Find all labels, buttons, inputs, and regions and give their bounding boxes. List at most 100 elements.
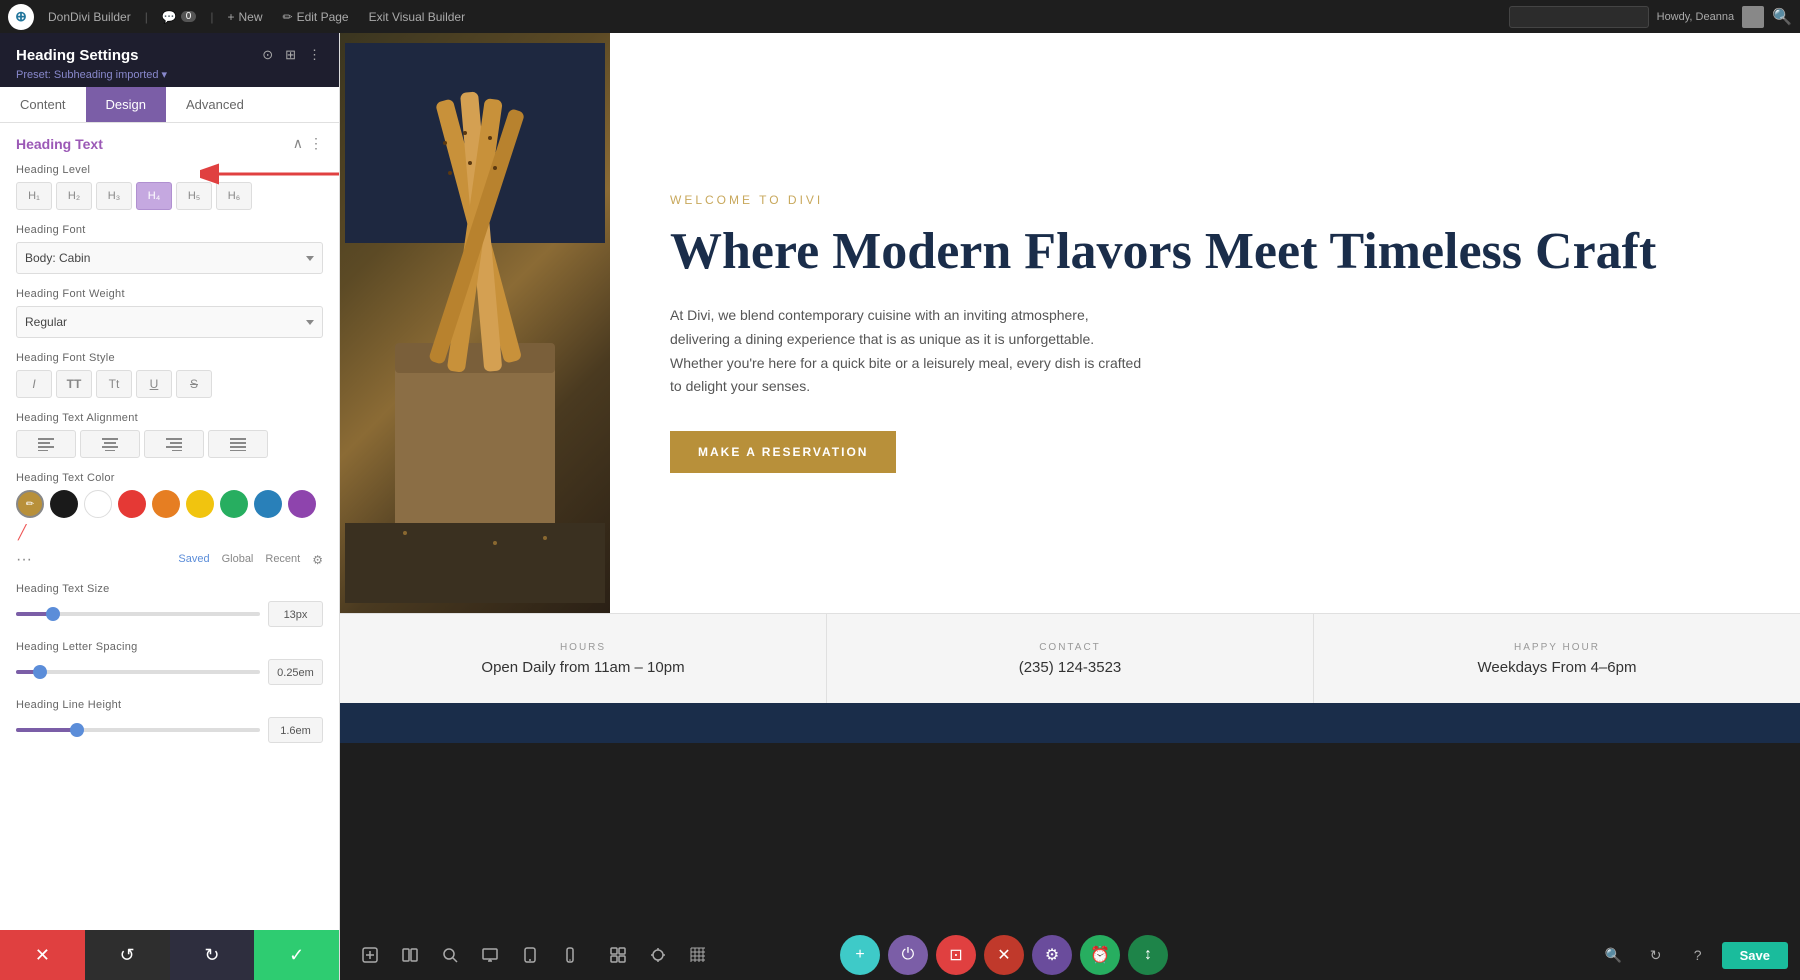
hero-description: At Divi, we blend contemporary cuisine w… [670,304,1150,399]
color-swatch-purple[interactable] [288,490,316,518]
user-avatar[interactable] [1742,6,1764,28]
uppercase-btn[interactable]: TT [56,370,92,398]
cancel-button[interactable]: ✕ [0,930,85,980]
heading-letter-spacing-value[interactable]: 0.25em [268,659,323,685]
panel-preset[interactable]: Preset: Subheading imported ▾ [16,68,323,81]
color-swatch-orange[interactable] [152,490,180,518]
top-search-input[interactable] [1509,6,1649,28]
h4-btn[interactable]: H₄ [136,182,172,210]
h6-btn[interactable]: H₆ [216,182,252,210]
wordpress-logo[interactable]: ⊕ [8,4,34,30]
contact-label: CONTACT [1039,642,1101,653]
section-more-btn[interactable]: ⋮ [309,135,323,152]
heading-letter-spacing-slider-row: 0.25em [16,659,323,685]
tab-advanced[interactable]: Advanced [166,87,264,122]
tablet-icon-btn[interactable] [512,937,548,973]
heading-font-select[interactable]: Body: Cabin [16,242,323,274]
help-btn[interactable]: ? [1680,937,1716,973]
h1-btn[interactable]: H₁ [16,182,52,210]
pencil-icon: ✏ [283,10,293,24]
search-icon[interactable]: 🔍 [1772,7,1792,27]
color-swatch-red[interactable] [118,490,146,518]
color-tab-saved[interactable]: Saved [178,553,209,567]
delete-btn[interactable]: ✕ [984,935,1024,975]
tab-design[interactable]: Design [86,87,166,122]
heading-font-style-label: Heading Font Style [16,352,323,364]
color-edit-icon[interactable]: ╱ [18,524,26,541]
h2-btn[interactable]: H₂ [56,182,92,210]
heading-text-size-track[interactable] [16,612,260,616]
cta-button[interactable]: MAKE A RESERVATION [670,431,896,473]
heading-font-weight-select[interactable]: Regular [16,306,323,338]
section-collapse-btn[interactable]: ∧ [293,135,303,152]
color-swatch-blue[interactable] [254,490,282,518]
align-justify-icon [230,437,246,451]
italic-btn[interactable]: I [16,370,52,398]
portability-icon-btn[interactable] [640,937,676,973]
save-button[interactable]: Save [1722,942,1788,969]
sort-btn[interactable]: ↕ [1128,935,1168,975]
heading-text-size-value[interactable]: 13px [268,601,323,627]
heading-line-height-thumb[interactable] [70,723,84,737]
layout-btn[interactable] [392,937,428,973]
add-row-icon [362,947,378,963]
redo-button[interactable]: ↻ [170,930,255,980]
color-swatch-yellow[interactable] [186,490,214,518]
color-swatch-white[interactable] [84,490,112,518]
edit-page-button[interactable]: ✏ Edit Page [277,8,355,26]
align-justify-btn[interactable] [208,430,268,458]
duplicate-btn[interactable]: ⊡ [936,935,976,975]
settings-btn[interactable]: ⚙ [1032,935,1072,975]
hero-section: WELCOME TO DIVI Where Modern Flavors Mee… [340,33,1800,613]
settings-icon [650,947,666,963]
dark-section [340,703,1800,743]
tab-content[interactable]: Content [0,87,86,122]
breadsticks-visual [345,43,605,603]
color-swatch-green[interactable] [220,490,248,518]
grid-icon [690,947,706,963]
heading-letter-spacing-track[interactable] [16,670,260,674]
confirm-button[interactable]: ✓ [254,930,339,980]
mobile-icon-btn[interactable] [552,937,588,973]
align-left-btn[interactable] [16,430,76,458]
heading-text-alignment-label: Heading Text Alignment [16,412,323,424]
new-button[interactable]: + New [221,8,268,26]
hero-heading[interactable]: Where Modern Flavors Meet Timeless Craft [670,223,1740,280]
power-btn[interactable]: ⏻ [888,935,928,975]
schedule-btn[interactable]: ⏰ [1080,935,1120,975]
color-more-button[interactable]: ··· [16,551,32,569]
search-btn-right[interactable]: 🔍 [1596,937,1632,973]
heading-text-size-thumb[interactable] [46,607,60,621]
comment-button[interactable]: 💬 0 [156,8,203,26]
h5-btn[interactable]: H₅ [176,182,212,210]
panel-focus-icon[interactable]: ⊙ [260,45,275,65]
add-row-btn[interactable] [352,937,388,973]
zoom-icon-btn[interactable] [600,937,636,973]
search-icon-btn[interactable] [432,937,468,973]
panel-more-icon[interactable]: ⋮ [306,45,323,65]
heading-line-height-value[interactable]: 1.6em [268,717,323,743]
grid-icon-btn[interactable] [680,937,716,973]
underline-btn[interactable]: U [136,370,172,398]
desktop-icon-btn[interactable] [472,937,508,973]
h3-btn[interactable]: H₃ [96,182,132,210]
color-tab-global[interactable]: Global [222,553,254,567]
heading-line-height-track[interactable] [16,728,260,732]
capitalize-btn[interactable]: Tt [96,370,132,398]
color-settings-icon[interactable]: ⚙ [312,553,323,567]
color-swatch-black[interactable] [50,490,78,518]
heading-line-height-label: Heading Line Height [16,699,323,711]
align-right-btn[interactable] [144,430,204,458]
add-element-btn[interactable]: + [840,935,880,975]
undo-button[interactable]: ↺ [85,930,170,980]
hours-value: Open Daily from 11am – 10pm [481,659,684,676]
exit-visual-builder-button[interactable]: Exit Visual Builder [363,8,472,26]
color-tab-recent[interactable]: Recent [265,553,300,567]
color-swatch-active[interactable]: ✏ [16,490,44,518]
align-center-btn[interactable] [80,430,140,458]
heading-letter-spacing-thumb[interactable] [33,665,47,679]
strikethrough-btn[interactable]: S [176,370,212,398]
history-btn[interactable]: ↻ [1638,937,1674,973]
panel-grid-icon[interactable]: ⊞ [283,45,298,65]
divi-builder-button[interactable]: DonDivi Builder [42,8,137,26]
